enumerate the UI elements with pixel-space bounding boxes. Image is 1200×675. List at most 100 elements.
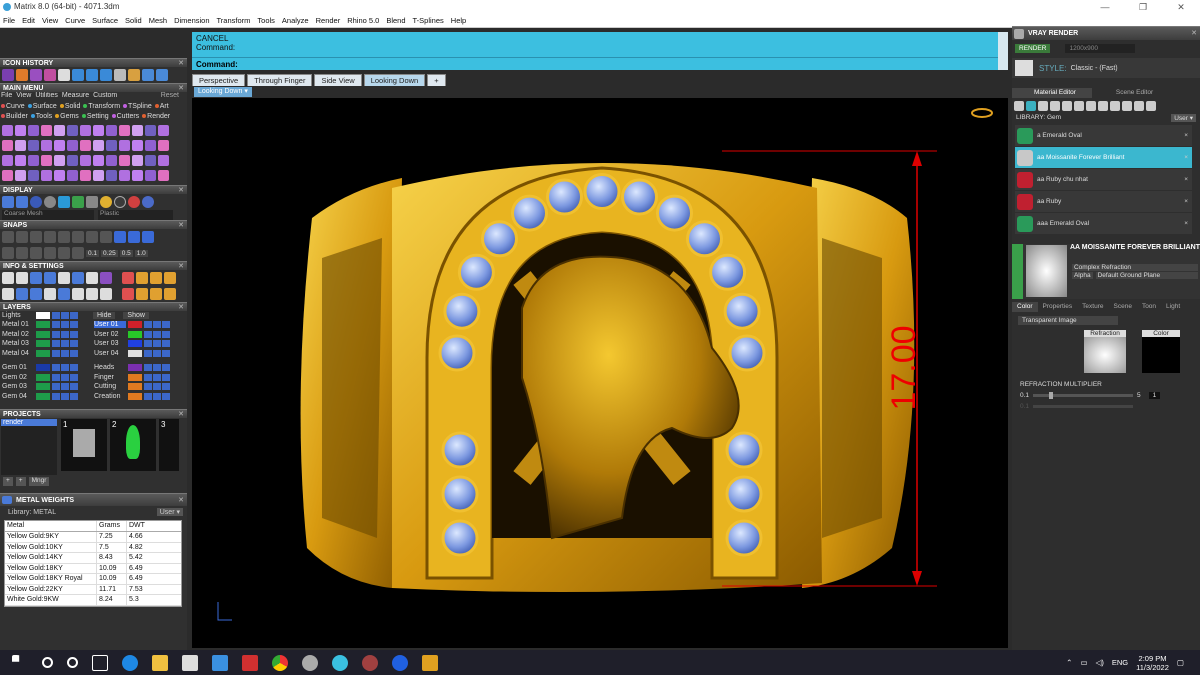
snap-value[interactable]: 0.1 [86, 249, 100, 257]
layer-toggle[interactable] [52, 330, 60, 338]
info-icon[interactable] [100, 288, 112, 300]
menu-transform[interactable]: Transform [217, 16, 251, 25]
layer-toggle[interactable] [153, 392, 161, 400]
tool-icon[interactable] [100, 69, 112, 81]
viewport[interactable]: 17.00 [192, 98, 1008, 648]
zalo-icon[interactable] [392, 654, 408, 671]
builder-gems[interactable]: Gems [55, 111, 79, 121]
display-icon[interactable] [30, 196, 42, 208]
builder-tool-icon[interactable] [93, 155, 104, 166]
layer-color-swatch[interactable] [36, 330, 50, 338]
menu-dimension[interactable]: Dimension [174, 16, 209, 25]
builder-tool-icon[interactable] [2, 170, 13, 181]
builder-tool-icon[interactable] [106, 170, 117, 181]
layer-color-swatch[interactable] [36, 373, 50, 381]
layer-toggle[interactable] [52, 383, 60, 391]
table-header-cell[interactable]: Metal [5, 521, 97, 531]
display-icon[interactable] [114, 196, 126, 208]
tray-chevron-icon[interactable]: ⌃ [1066, 658, 1072, 667]
layer-row[interactable]: User 01 [94, 320, 186, 330]
layer-toggle[interactable] [61, 383, 69, 391]
metal-weights-header[interactable]: METAL WEIGHTS ✕ [0, 493, 187, 506]
layer-color-swatch[interactable] [128, 349, 142, 357]
tool-icon[interactable] [58, 69, 70, 81]
info-icon[interactable] [72, 272, 84, 284]
tab-perspective[interactable]: Perspective [192, 74, 246, 86]
builder-tool-icon[interactable] [158, 140, 169, 151]
reset-button[interactable]: Reset [161, 92, 179, 101]
builder-tool-icon[interactable] [67, 155, 78, 166]
builder-tool-icon[interactable] [28, 155, 39, 166]
snap-icon[interactable] [2, 231, 14, 243]
layer-toggle[interactable] [61, 349, 69, 357]
subtab-light[interactable]: Light [1161, 302, 1185, 312]
project-item[interactable]: render [1, 419, 57, 426]
menu-blend[interactable]: Blend [386, 16, 405, 25]
builder-tool-icon[interactable] [80, 125, 91, 136]
task-view-icon[interactable] [92, 654, 108, 671]
layer-color-swatch[interactable] [128, 373, 142, 381]
info-icon[interactable] [44, 272, 56, 284]
layer-color-swatch[interactable] [36, 383, 50, 391]
search-icon[interactable] [42, 657, 53, 668]
tool-icon[interactable] [114, 69, 126, 81]
info-icon[interactable] [44, 288, 56, 300]
tool-icon[interactable] [86, 69, 98, 81]
settings-icon[interactable] [2, 272, 14, 284]
info-icon[interactable] [150, 288, 162, 300]
builder-tool-icon[interactable] [119, 170, 130, 181]
layer-toggle[interactable] [61, 321, 69, 329]
builder-tool-icon[interactable] [28, 125, 39, 136]
info-icon[interactable] [164, 288, 176, 300]
builder-builder[interactable]: Builder [1, 111, 28, 121]
ior-slider[interactable] [1033, 404, 1134, 408]
layer-toggle[interactable] [70, 364, 78, 372]
layer-color-swatch[interactable] [128, 364, 142, 372]
layer-toggle[interactable] [70, 383, 78, 391]
snap-icon[interactable] [58, 231, 70, 243]
material-tool-icon[interactable] [1110, 101, 1120, 111]
tool-icon[interactable] [128, 69, 140, 81]
notification-icon[interactable]: ▢ [1177, 658, 1184, 667]
builder-tool-icon[interactable] [15, 155, 26, 166]
builder-tool-icon[interactable] [54, 170, 65, 181]
layer-toggle[interactable] [61, 364, 69, 372]
tab-through-finger[interactable]: Through Finger [247, 74, 313, 86]
layer-toggle[interactable] [162, 330, 170, 338]
layer-color-swatch[interactable] [128, 392, 142, 400]
layer-color-swatch[interactable] [36, 340, 50, 348]
app-icon[interactable] [242, 654, 258, 671]
windows-start-icon[interactable] [12, 654, 20, 662]
app-icon[interactable] [362, 654, 378, 671]
manager-button[interactable]: Mngr [28, 477, 50, 486]
subtab-texture[interactable]: Texture [1077, 302, 1108, 312]
material-tool-icon[interactable] [1122, 101, 1132, 111]
table-row[interactable]: Yellow Gold:18KY 10.09 6.49 [5, 563, 181, 574]
builder-tool-icon[interactable] [41, 155, 52, 166]
builder-tool-icon[interactable] [41, 140, 52, 151]
remove-material-icon[interactable]: × [1184, 198, 1188, 205]
display-icon[interactable] [128, 196, 140, 208]
close-button[interactable]: ✕ [1162, 0, 1200, 14]
layer-toggle[interactable] [162, 364, 170, 372]
remove-material-icon[interactable]: × [1184, 220, 1188, 227]
builder-tool-icon[interactable] [145, 155, 156, 166]
project-thumb[interactable]: 1 [61, 419, 107, 471]
snap-icon[interactable] [72, 247, 84, 259]
table-header-cell[interactable]: Grams [97, 521, 127, 531]
layer-row[interactable]: Metal 04 [2, 349, 94, 359]
matrix-app-icon[interactable] [422, 654, 438, 671]
main-menu-utilities[interactable]: Utilities [35, 92, 58, 101]
menu-view[interactable]: View [42, 16, 58, 25]
layer-row[interactable]: Metal 02 [2, 330, 94, 340]
info-icon[interactable] [30, 288, 42, 300]
builder-tool-icon[interactable] [145, 140, 156, 151]
layer-row[interactable]: User 03 [94, 339, 186, 349]
render-button[interactable]: RENDER [1015, 43, 1051, 53]
menu-file[interactable]: File [3, 16, 15, 25]
vray-header[interactable]: VRAY RENDER ✕ [1012, 26, 1200, 40]
builder-tool-icon[interactable] [2, 155, 13, 166]
display-mode-select[interactable]: Coarse Mesh [2, 210, 94, 220]
info-icon[interactable] [86, 272, 98, 284]
builder-tool-icon[interactable] [15, 140, 26, 151]
